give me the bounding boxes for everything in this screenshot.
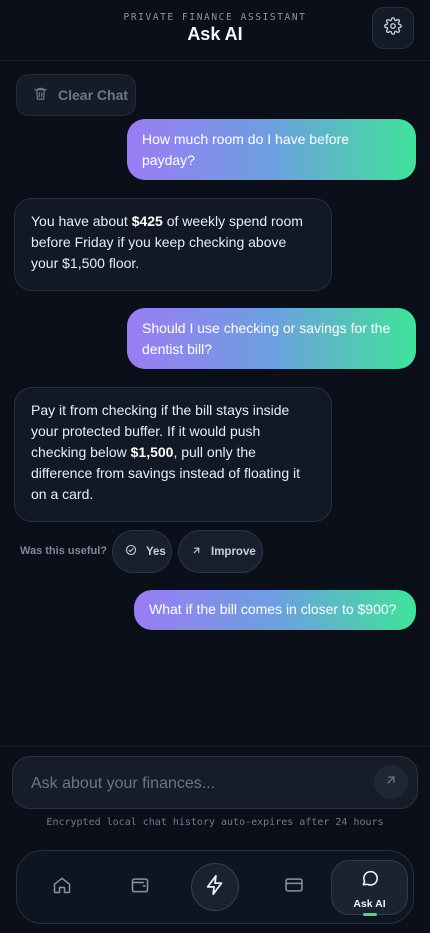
feedback-yes-button[interactable]: Yes (112, 530, 172, 573)
user-message: What if the bill comes in closer to $900… (134, 590, 416, 630)
feedback-yes-label: Yes (146, 545, 166, 558)
page-title: Ask AI (187, 24, 243, 44)
arrow-up-right-icon (191, 545, 202, 559)
message-amount: $425 (131, 213, 163, 229)
nav-cards[interactable] (269, 851, 319, 923)
assistant-message: You have about $425 of weekly spend room… (14, 198, 332, 291)
send-arrow-icon (384, 773, 398, 792)
trash-icon (33, 86, 48, 104)
wallet-icon (130, 875, 150, 900)
nav-home[interactable] (37, 851, 87, 923)
bottom-nav: Ask AI (16, 850, 414, 924)
disclaimer-text: Encrypted local chat history auto-expire… (46, 817, 384, 828)
check-circle-icon (125, 544, 137, 559)
feedback-improve-label: Improve (211, 545, 256, 558)
user-message: How much room do I have before payday? (127, 119, 416, 180)
settings-button[interactable] (372, 7, 414, 49)
clear-chat-button[interactable]: Clear Chat (16, 74, 136, 116)
nav-wallet[interactable] (115, 851, 165, 923)
message-amount: $1,500 (130, 444, 174, 460)
card-icon (284, 875, 304, 900)
nav-ask-ai-label: Ask AI (353, 898, 386, 910)
message-text: You have about (31, 213, 132, 229)
home-icon (52, 875, 72, 900)
app-header: PRIVATE FINANCE ASSISTANT Ask AI (0, 0, 430, 61)
send-button[interactable] (374, 765, 408, 799)
gear-icon (384, 16, 402, 40)
user-message: Should I use checking or savings for the… (127, 308, 416, 369)
chat-bubble-icon (360, 868, 380, 893)
chat-input[interactable] (29, 757, 373, 810)
nav-ask-ai[interactable]: Ask AI (331, 860, 408, 915)
assistant-message: Pay it from checking if the bill stays i… (14, 387, 332, 522)
lightning-icon (204, 874, 226, 901)
clear-chat-label: Clear Chat (58, 87, 129, 103)
composer (12, 756, 418, 810)
feedback-label: Was this useful? (20, 545, 107, 557)
header-eyebrow: PRIVATE FINANCE ASSISTANT (123, 12, 307, 23)
feedback-improve-button[interactable]: Improve (178, 530, 263, 573)
nav-quick-action[interactable] (191, 863, 239, 911)
active-tab-indicator (363, 913, 377, 916)
